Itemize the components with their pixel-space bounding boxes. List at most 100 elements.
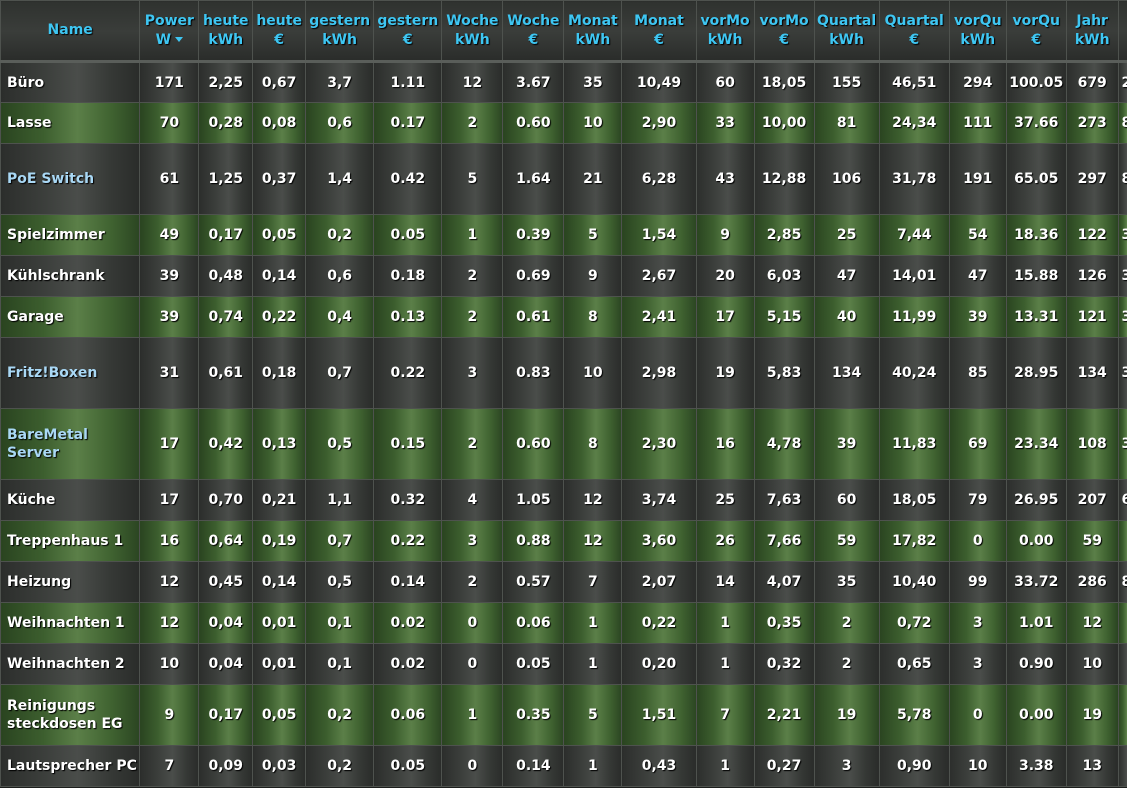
value-cell: 0,01 — [252, 602, 307, 644]
value-cell: 0.32 — [373, 479, 443, 521]
column-header-10[interactable]: vorMo kWh — [695, 0, 755, 63]
value-cell: 0,27 — [753, 745, 815, 787]
column-header-label: Woche — [507, 12, 560, 29]
column-header-label: vorMo — [700, 12, 750, 29]
column-header-11[interactable]: vorMo € — [753, 0, 815, 63]
column-header-7[interactable]: Woche € — [502, 0, 565, 63]
value-cell: 26.95 — [1005, 479, 1067, 521]
value-cell: 0,6 — [305, 102, 375, 144]
value-cell: 0.18 — [373, 255, 443, 297]
value-cell: 5,15 — [753, 296, 815, 338]
value-cell: 0,67 — [252, 61, 307, 103]
column-header-3[interactable]: heute € — [252, 0, 307, 63]
value-cell: 60 — [813, 479, 880, 521]
column-header-14[interactable]: vorQu kWh — [948, 0, 1007, 63]
table-row[interactable]: BareMetal Server 17 0,42 0,13 0,5 0.15 2 0.60 8 2… — [0, 408, 1127, 480]
value-cell: 0,20 — [621, 643, 697, 685]
value-cell: 0.61 — [502, 296, 565, 338]
value-cell: 3 — [1117, 255, 1127, 297]
value-cell: 1,1 — [305, 479, 375, 521]
column-header-unit: € — [375, 31, 441, 50]
value-cell: 0,37 — [252, 143, 307, 215]
table-row[interactable]: Büro 171 2,25 0,67 3,7 1.11 12 3.67 35 10,49 60 18,… — [0, 61, 1127, 103]
value-cell: 17,82 — [878, 520, 950, 562]
table-row[interactable]: Fritz!Boxen 31 0,61 0,18 0,7 0.22 3 0.83 10 2,98 1… — [0, 337, 1127, 409]
column-header-5[interactable]: gestern € — [373, 0, 443, 63]
column-header-unit-text: kWh — [829, 31, 864, 48]
column-header-label: heute — [256, 12, 302, 29]
value-cell: 11,99 — [878, 296, 950, 338]
value-cell: 2,21 — [753, 684, 815, 746]
value-cell: 2 — [441, 561, 504, 603]
value-cell: 0,7 — [305, 337, 375, 409]
column-header-unit: kWh — [307, 31, 373, 50]
value-cell: 0,22 — [252, 296, 307, 338]
device-name-cell: Büro — [0, 61, 141, 103]
column-header-6[interactable]: Woche kWh — [441, 0, 504, 63]
value-cell: 7 — [563, 561, 623, 603]
value-cell: 0 — [441, 602, 504, 644]
column-header-16[interactable]: Jahr kWh — [1065, 0, 1119, 63]
value-cell: 47 — [948, 255, 1007, 297]
value-cell: 47 — [813, 255, 880, 297]
table-row[interactable]: Lasse 70 0,28 0,08 0,6 0.17 2 0.60 10 2,90 33 10,00… — [0, 102, 1127, 144]
value-cell: 5,78 — [878, 684, 950, 746]
column-header-4[interactable]: gestern kWh — [305, 0, 375, 63]
value-cell: 65.05 — [1005, 143, 1067, 215]
value-cell: 10 — [563, 102, 623, 144]
column-header-15[interactable]: vorQu € — [1005, 0, 1067, 63]
device-name-cell[interactable]: Fritz!Boxen — [0, 337, 141, 409]
column-header-unit-text: € — [654, 31, 664, 48]
value-cell: 2,90 — [621, 102, 697, 144]
table-row[interactable]: Spielzimmer 49 0,17 0,05 0,2 0.05 1 0.39 5 1,54 9 2… — [0, 214, 1127, 256]
column-header-9[interactable]: Monat € — [621, 0, 697, 63]
value-cell: 17 — [139, 479, 200, 521]
column-header-17[interactable] — [1117, 0, 1127, 63]
device-name-cell[interactable]: PoE Switch — [0, 143, 141, 215]
value-cell: 1.05 — [502, 479, 565, 521]
column-header-unit: kWh — [815, 31, 878, 50]
value-cell: 0,5 — [305, 408, 375, 480]
device-name-cell[interactable]: BareMetal Server — [0, 408, 141, 480]
table-row[interactable]: Weihnachten 2 10 0,04 0,01 0,1 0.02 0 0.05 1 0,20… — [0, 643, 1127, 685]
table-row[interactable]: Treppenhaus 1 16 0,64 0,19 0,7 0.22 3 0.88 12 3,6… — [0, 520, 1127, 562]
column-header-2[interactable]: heute kWh — [198, 0, 254, 63]
column-header-8[interactable]: Monat kWh — [563, 0, 623, 63]
column-header-label: heute — [202, 12, 249, 29]
table-row[interactable]: PoE Switch 61 1,25 0,37 1,4 0.42 5 1.64 21 6,28 43… — [0, 143, 1127, 215]
value-cell: 0,04 — [198, 602, 254, 644]
value-cell: 1.64 — [502, 143, 565, 215]
table-row[interactable]: Reinigungs steckdosen EG 9 0,17 0,05 0,2 0.06… — [0, 684, 1127, 746]
value-cell: 0,22 — [621, 602, 697, 644]
table-row[interactable]: Weihnachten 1 12 0,04 0,01 0,1 0.02 0 0.06 1 0,22… — [0, 602, 1127, 644]
table-row[interactable]: Heizung 12 0,45 0,14 0,5 0.14 2 0.57 7 2,07 14 4,07… — [0, 561, 1127, 603]
column-header-unit: € — [755, 31, 813, 50]
value-cell: 49 — [139, 214, 200, 256]
table-row[interactable]: Garage 39 0,74 0,22 0,4 0.13 2 0.61 8 2,41 17 5,15 4… — [0, 296, 1127, 338]
value-cell: 134 — [1065, 337, 1119, 409]
value-cell: 0.35 — [502, 684, 565, 746]
table-row[interactable]: Küche 17 0,70 0,21 1,1 0.32 4 1.05 12 3,74 25 7,63 6… — [0, 479, 1127, 521]
table-header-row: Name Power Wheute kWh heute € gestern kWh gester… — [0, 0, 1127, 63]
value-cell: 2,41 — [621, 296, 697, 338]
value-cell: 24,34 — [878, 102, 950, 144]
value-cell: 10,49 — [621, 61, 697, 103]
table-row[interactable]: Lautsprecher PC 7 0,09 0,03 0,2 0.05 0 0.14 1 0,4… — [0, 745, 1127, 787]
value-cell: 0,6 — [305, 255, 375, 297]
column-header-13[interactable]: Quartal € — [878, 0, 950, 63]
value-cell: 679 — [1065, 61, 1119, 103]
value-cell: 59 — [1065, 520, 1119, 562]
column-header-1[interactable]: Power W — [139, 0, 200, 63]
value-cell: 7,66 — [753, 520, 815, 562]
column-header-12[interactable]: Quartal kWh — [813, 0, 880, 63]
value-cell: 10 — [948, 745, 1007, 787]
column-header-name[interactable]: Name — [0, 0, 141, 63]
value-cell: 111 — [948, 102, 1007, 144]
value-cell: 70 — [139, 102, 200, 144]
value-cell: 1 — [695, 745, 755, 787]
device-name-cell: Weihnachten 2 — [0, 643, 141, 685]
value-cell: 17 — [139, 408, 200, 480]
table-row[interactable]: Kühlschrank 39 0,48 0,14 0,6 0.18 2 0.69 9 2,67 20… — [0, 255, 1127, 297]
value-cell: 0.02 — [373, 602, 443, 644]
value-cell: 7 — [695, 684, 755, 746]
